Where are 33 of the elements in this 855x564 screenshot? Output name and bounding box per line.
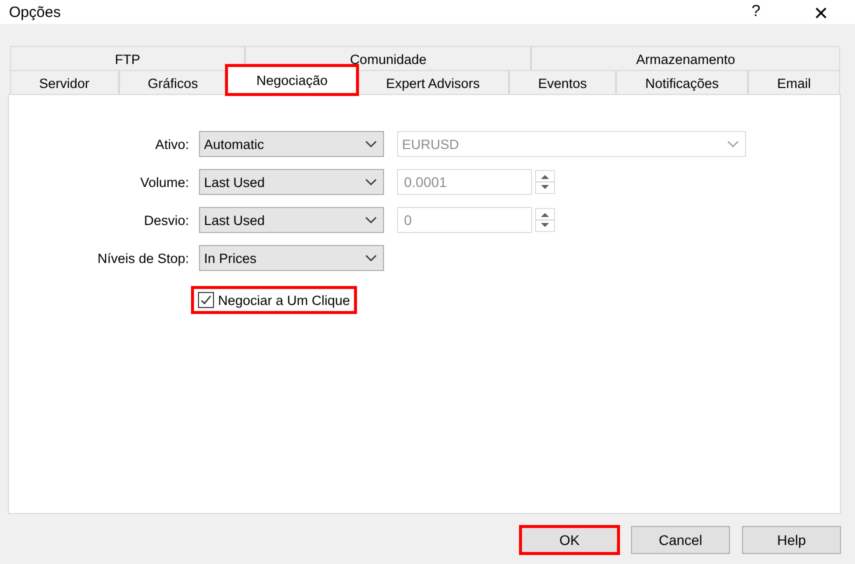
checkbox-icon bbox=[198, 292, 214, 308]
chevron-icon bbox=[365, 216, 377, 224]
chevron-icon bbox=[727, 140, 739, 148]
dialog-button[interactable]: OK bbox=[520, 526, 619, 554]
close-button[interactable]: × bbox=[806, 0, 836, 24]
tab[interactable]: Negociação bbox=[227, 66, 357, 94]
tab[interactable]: FTP bbox=[10, 46, 246, 70]
tab[interactable]: Email bbox=[748, 70, 840, 94]
dialog-button[interactable]: Cancel bbox=[631, 526, 730, 554]
window-title: Opções bbox=[9, 4, 62, 20]
dropdown[interactable]: In Prices bbox=[199, 245, 384, 271]
field-label: Volume: bbox=[139, 174, 189, 190]
tab[interactable]: Notificações bbox=[616, 70, 748, 94]
field-label: Desvio: bbox=[142, 212, 189, 228]
tab[interactable]: Comunidade bbox=[245, 46, 532, 70]
chevron-icon bbox=[365, 178, 377, 186]
help-button[interactable]: ? bbox=[741, 0, 771, 24]
field-label: Ativo: bbox=[154, 136, 189, 152]
checkbox[interactable]: Negociar a Um Clique bbox=[194, 289, 354, 311]
spin-buttons[interactable] bbox=[535, 208, 555, 232]
spin-buttons[interactable] bbox=[535, 170, 555, 194]
tab[interactable]: Servidor bbox=[10, 70, 119, 94]
chevron-icon bbox=[365, 140, 377, 148]
tab[interactable]: Eventos bbox=[508, 70, 616, 94]
tab[interactable]: Expert Advisors bbox=[356, 70, 509, 94]
field-label: Níveis de Stop: bbox=[96, 250, 189, 266]
dropdown[interactable]: Automatic bbox=[199, 131, 384, 157]
dropdown[interactable]: Last Used bbox=[199, 169, 384, 195]
tab[interactable]: Armazenamento bbox=[531, 46, 840, 70]
tab[interactable]: Gráficos bbox=[118, 70, 228, 94]
dropdown[interactable]: Last Used bbox=[199, 207, 384, 233]
dialog-button[interactable]: Help bbox=[742, 526, 841, 554]
chevron-icon bbox=[365, 254, 377, 262]
